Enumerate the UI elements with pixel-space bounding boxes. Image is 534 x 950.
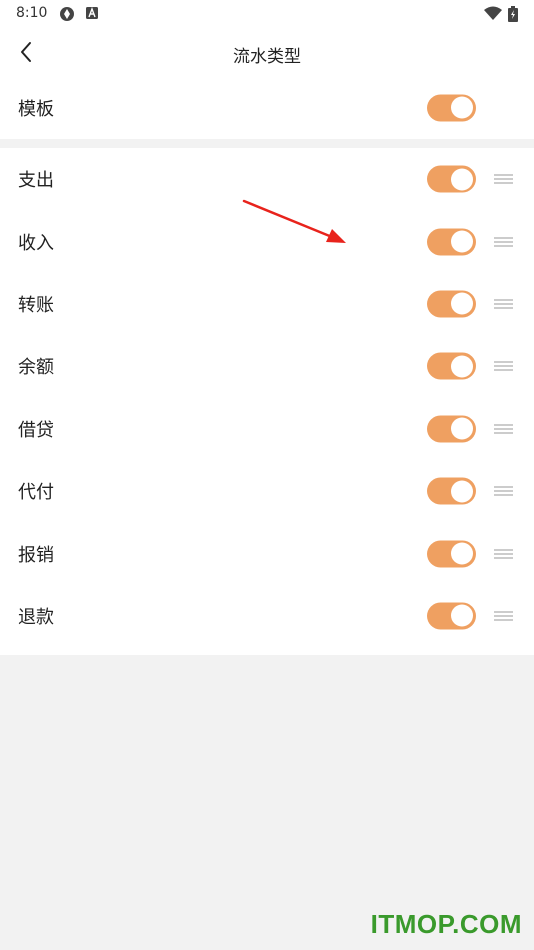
type-row-transfer: 转账 [0,273,534,335]
toggle-knob [451,292,473,315]
template-row: 模板 [0,76,534,139]
type-label: 借贷 [18,419,54,441]
drag-handle-icon[interactable] [494,299,513,309]
type-row-pay-on-behalf: 代付 [0,460,534,522]
toggle-knob [451,542,473,565]
top-section: 8:10 流水类型 模板 [0,0,534,139]
drag-handle-icon[interactable] [494,174,513,184]
template-label: 模板 [18,98,54,120]
app-notification-icon [58,6,76,26]
transfer-toggle[interactable] [427,290,476,318]
status-time: 8:10 [16,5,48,21]
type-label: 收入 [18,232,54,254]
toggle-knob [451,96,473,119]
expense-toggle[interactable] [427,165,476,193]
drag-handle-icon[interactable] [494,611,513,621]
app-bar: 流水类型 [0,28,534,76]
keyboard-notification-icon [85,6,99,24]
drag-handle-icon[interactable] [494,424,513,434]
type-row-refund: 退款 [0,585,534,647]
type-label: 代付 [18,482,54,504]
toggle-knob [451,480,473,503]
type-row-loan: 借贷 [0,398,534,460]
battery-icon [508,6,518,26]
balance-toggle[interactable] [427,352,476,380]
reimbursement-toggle[interactable] [427,540,476,568]
drag-handle-icon[interactable] [494,486,513,496]
type-row-balance: 余额 [0,335,534,397]
type-label: 退款 [18,606,54,628]
section-divider [0,139,534,148]
type-label: 报销 [18,544,54,566]
drag-handle-icon[interactable] [494,361,513,371]
toggle-knob [451,355,473,378]
watermark: ITMOP.COM [370,909,522,939]
refund-toggle[interactable] [427,602,476,630]
drag-handle-icon[interactable] [494,237,513,247]
red-arrow-annotation [242,199,346,243]
type-row-reimbursement: 报销 [0,522,534,584]
loan-toggle[interactable] [427,415,476,443]
income-toggle[interactable] [427,228,476,256]
toggle-knob [451,230,473,253]
template-toggle[interactable] [427,94,476,121]
type-label: 余额 [18,357,54,379]
type-label: 转账 [18,294,54,316]
page-title: 流水类型 [233,47,301,67]
toggle-knob [451,417,473,440]
drag-handle-icon[interactable] [494,549,513,559]
status-bar: 8:10 [0,0,534,28]
type-label: 支出 [18,170,54,192]
toggle-knob [451,168,473,191]
list-bottom-padding [0,647,534,656]
pay-on-behalf-toggle[interactable] [427,477,476,505]
toggle-knob [451,604,473,627]
wifi-icon [484,6,502,24]
